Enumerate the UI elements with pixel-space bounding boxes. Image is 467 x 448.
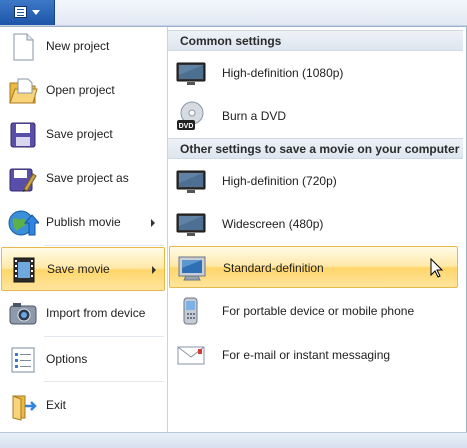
- submenu-item-label: High-definition (1080p): [222, 66, 344, 80]
- mouse-pointer-icon: [430, 258, 444, 278]
- title-bar: [0, 0, 467, 26]
- menu-item-label: Exit: [46, 398, 67, 412]
- submenu-item-label: Burn a DVD: [222, 109, 287, 123]
- menu-item-import-from-device[interactable]: Import from device: [1, 292, 165, 336]
- menu-item-label: New project: [46, 39, 110, 53]
- monitor-icon: [175, 165, 207, 197]
- menu-bottom-bar: [0, 432, 467, 448]
- submenu-item-label: Widescreen (480p): [222, 217, 324, 231]
- monitor-icon: [175, 208, 207, 240]
- menu-item-open-project[interactable]: Open project: [1, 69, 165, 113]
- menu-item-publish-movie[interactable]: Publish movie: [1, 201, 165, 245]
- options-icon: [7, 344, 39, 376]
- application-menu-button[interactable]: [0, 0, 55, 25]
- save-project-icon: [7, 119, 39, 151]
- email-icon: [175, 339, 207, 371]
- menu-item-label: Open project: [46, 83, 115, 97]
- submenu-item-hd-720p[interactable]: High-definition (720p): [169, 160, 458, 202]
- crt-monitor-icon: [176, 252, 208, 284]
- menu-separator: [44, 381, 164, 382]
- menu-item-label: Save project as: [46, 171, 129, 185]
- publish-movie-icon: [7, 207, 39, 239]
- submenu-item-burn-dvd[interactable]: DVD Burn a DVD: [169, 95, 458, 137]
- import-device-icon: [7, 298, 39, 330]
- submenu-item-email-im[interactable]: For e-mail or instant messaging: [169, 334, 458, 376]
- open-project-icon: [7, 75, 39, 107]
- save-movie-icon: [8, 254, 40, 286]
- submenu-item-label: For portable device or mobile phone: [222, 304, 415, 318]
- submenu-item-hd-1080p[interactable]: High-definition (1080p): [169, 52, 458, 94]
- submenu-item-label: For e-mail or instant messaging: [222, 348, 391, 362]
- menu-item-save-project[interactable]: Save project: [1, 113, 165, 157]
- section-header-common: Common settings: [168, 30, 463, 51]
- section-header-other: Other settings to save a movie on your c…: [168, 138, 463, 159]
- menu-item-label: Import from device: [46, 306, 146, 320]
- menu-item-options[interactable]: Options: [1, 338, 165, 382]
- menu-item-exit[interactable]: Exit: [1, 384, 165, 428]
- submenu-item-portable-device[interactable]: For portable device or mobile phone: [169, 290, 458, 332]
- exit-icon: [7, 390, 39, 422]
- monitor-icon: [175, 57, 207, 89]
- new-project-icon: [7, 31, 39, 63]
- dvd-icon: DVD: [175, 100, 207, 132]
- menu-item-save-movie[interactable]: Save movie: [1, 247, 165, 291]
- chevron-down-icon: [32, 10, 40, 15]
- section-title: Other settings to save a movie on your c…: [180, 142, 460, 156]
- submenu-arrow-icon: [151, 219, 155, 227]
- submenu-item-label: High-definition (720p): [222, 174, 337, 188]
- menu-item-save-project-as[interactable]: Save project as: [1, 157, 165, 201]
- mobile-phone-icon: [175, 295, 207, 327]
- save-project-as-icon: [7, 163, 39, 195]
- submenu-arrow-icon: [152, 266, 156, 274]
- menu-item-new-project[interactable]: New project: [1, 25, 165, 69]
- submenu-item-widescreen-480p[interactable]: Widescreen (480p): [169, 203, 458, 245]
- dvd-icon-text: DVD: [179, 123, 194, 130]
- app-menu-icon: [14, 6, 27, 18]
- section-title: Common settings: [180, 34, 282, 48]
- menu-separator: [44, 336, 164, 337]
- menu-item-label: Save movie: [47, 262, 110, 276]
- menu-item-label: Save project: [46, 127, 113, 141]
- submenu-item-standard-definition[interactable]: Standard-definition: [169, 246, 458, 288]
- submenu-item-label: Standard-definition: [223, 261, 324, 275]
- menu-item-label: Publish movie: [46, 215, 121, 229]
- menu-separator: [44, 245, 164, 246]
- menu-item-label: Options: [46, 352, 88, 366]
